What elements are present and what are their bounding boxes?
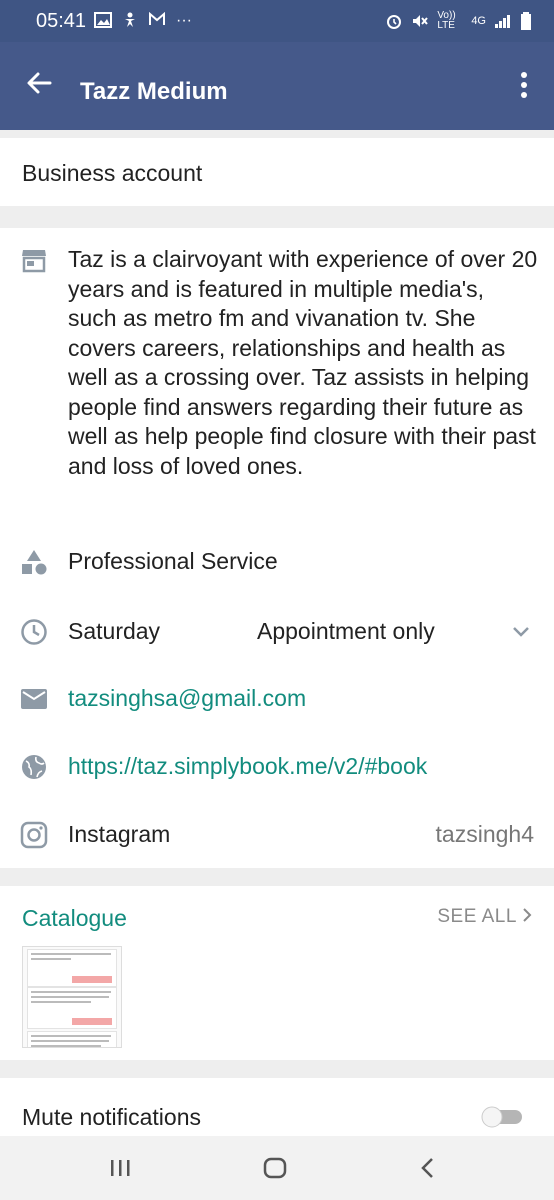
back-arrow-icon[interactable]	[22, 66, 56, 100]
email-link[interactable]: tazsinghsa@gmail.com	[68, 685, 306, 712]
chevron-down-icon[interactable]	[512, 626, 530, 638]
volte-icon: Vo)) LTE	[437, 10, 456, 31]
app-bar: Tazz Medium	[0, 42, 554, 130]
instagram-handle: tazsingh4	[435, 821, 534, 847]
business-hours-row[interactable]: Saturday Appointment only	[0, 604, 554, 660]
status-left-icons: ···	[94, 12, 192, 30]
email-icon	[21, 689, 47, 709]
battery-icon	[521, 12, 531, 30]
alarm-icon	[387, 15, 402, 29]
business-account-card: Business account	[0, 138, 554, 206]
business-description: Taz is a clairvoyant with experience of …	[68, 246, 538, 479]
see-all-button[interactable]: SEE ALL	[437, 906, 532, 928]
instagram-label: Instagram	[68, 821, 171, 847]
recent-apps-icon[interactable]	[108, 1158, 132, 1178]
globe-icon	[22, 755, 46, 779]
section-divider	[0, 206, 554, 228]
section-divider	[0, 868, 554, 886]
section-divider	[0, 130, 554, 138]
catalogue-title: Catalogue	[22, 905, 127, 931]
business-account-label: Business account	[22, 160, 203, 186]
home-icon[interactable]	[263, 1157, 287, 1179]
thumbnail-block	[27, 1031, 117, 1047]
mute-notifications-toggle[interactable]	[480, 1106, 524, 1128]
website-link[interactable]: https://taz.simplybook.me/v2/#book	[68, 753, 427, 780]
store-icon	[22, 250, 46, 273]
image-icon	[94, 12, 112, 28]
hours-value: Appointment only	[257, 618, 435, 644]
gmail-icon	[149, 12, 165, 25]
section-divider	[0, 1060, 554, 1078]
thumbnail-block	[27, 987, 117, 1029]
accessibility-icon	[125, 12, 135, 27]
system-navigation-bar	[0, 1136, 554, 1200]
mute-icon	[413, 15, 429, 27]
status-time: 05:41	[36, 10, 87, 32]
instagram-row[interactable]: Instagram tazsingh4	[0, 808, 554, 864]
signal-icon	[495, 15, 510, 28]
thumbnail-block	[27, 949, 117, 987]
page-title: Tazz Medium	[80, 78, 228, 105]
hours-day: Saturday	[68, 618, 161, 644]
4g-icon: 4G	[471, 15, 486, 27]
category-shapes-icon	[22, 550, 47, 575]
status-right-icons: Vo)) LTE 4G	[385, 11, 532, 31]
overflow-menu-icon[interactable]	[514, 70, 534, 100]
catalogue-item-thumbnail[interactable]	[22, 946, 122, 1048]
chevron-right-icon	[523, 908, 532, 922]
see-all-label: SEE ALL	[437, 906, 517, 927]
more-notifications-icon: ···	[176, 12, 192, 29]
business-category: Professional Service	[68, 548, 278, 574]
status-bar: 05:41 ··· Vo)) LTE 4G	[0, 0, 554, 42]
mute-notifications-label: Mute notifications	[22, 1104, 201, 1130]
back-nav-icon[interactable]	[420, 1157, 436, 1179]
